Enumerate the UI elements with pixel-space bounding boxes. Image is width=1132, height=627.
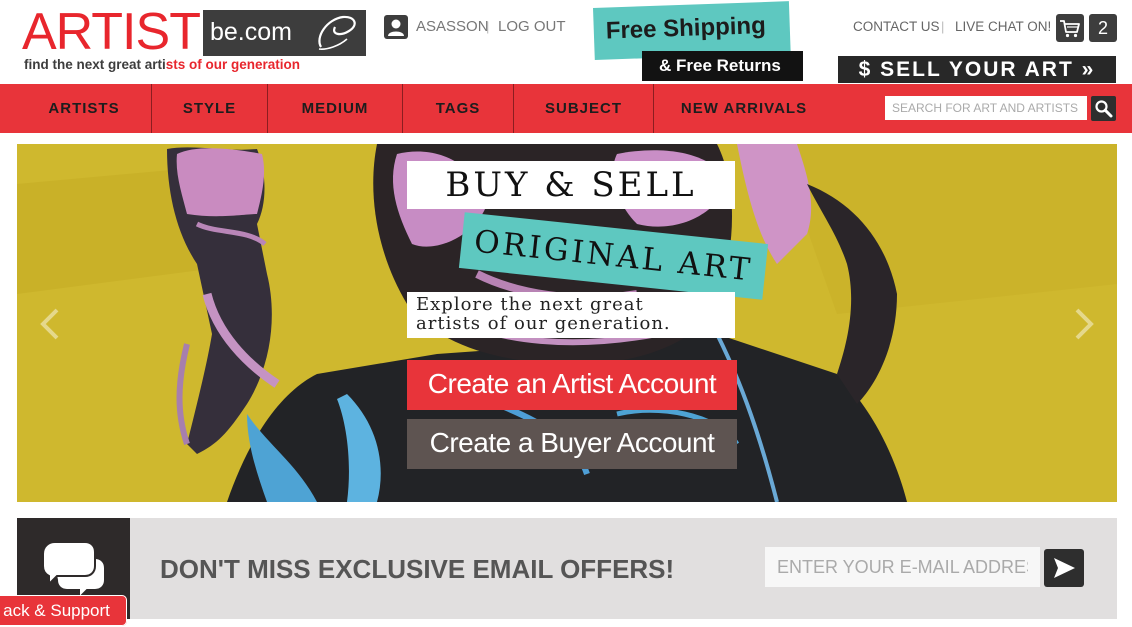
create-buyer-account-button[interactable]: Create a Buyer Account xyxy=(407,419,737,469)
logo-tagline-part2: sts of our generation xyxy=(165,57,301,72)
create-artist-account-button[interactable]: Create an Artist Account xyxy=(407,360,737,410)
search-icon[interactable] xyxy=(1091,96,1116,121)
logo-tagline-part1: find the next great arti xyxy=(24,57,166,72)
logo-swirl-icon xyxy=(318,15,356,50)
user-icon[interactable] xyxy=(384,15,408,39)
free-returns-banner: & Free Returns xyxy=(642,51,803,81)
chevron-right-icon[interactable] xyxy=(1069,304,1099,344)
header-separator: | xyxy=(486,19,490,34)
nav-item-style[interactable]: STYLE xyxy=(152,84,267,133)
site-logo[interactable]: ARTIST be.com find the next great artist… xyxy=(22,6,368,74)
logout-link[interactable]: LOG OUT xyxy=(498,18,566,35)
logo-becom-box: be.com xyxy=(203,10,366,56)
newsletter-headline: DON'T MISS EXCLUSIVE EMAIL OFFERS! xyxy=(160,554,675,584)
nav-item-tags[interactable]: TAGS xyxy=(403,84,513,133)
live-chat-link[interactable]: LIVE CHAT ON! xyxy=(955,19,1051,34)
logo-artist-text: ARTIST xyxy=(22,3,201,61)
chevron-left-icon[interactable] xyxy=(35,304,65,344)
free-shipping-text: Free Shipping xyxy=(605,11,767,45)
send-arrow-icon[interactable] xyxy=(1044,549,1084,587)
nav-item-artists[interactable]: ARTISTS xyxy=(17,84,151,133)
username-link[interactable]: ASASSON xyxy=(416,18,489,35)
email-field[interactable] xyxy=(765,547,1040,587)
explore-tagline: Explore the next great artists of our ge… xyxy=(416,294,671,334)
explore-tagline-box: Explore the next great artists of our ge… xyxy=(407,292,735,338)
feedback-support-tab[interactable]: ack & Support xyxy=(0,595,127,626)
newsletter-signup: DON'T MISS EXCLUSIVE EMAIL OFFERS! xyxy=(17,518,1117,619)
buy-sell-text: BUY & SELL xyxy=(445,165,697,205)
hero-banner: BUY & SELL ORIGINAL ART Explore the next… xyxy=(17,144,1117,502)
buy-sell-label: BUY & SELL xyxy=(407,161,735,209)
nav-item-medium[interactable]: MEDIUM xyxy=(268,84,402,133)
main-nav: ARTISTS STYLE MEDIUM TAGS SUBJECT NEW AR… xyxy=(0,84,1132,133)
sell-your-art-button[interactable]: $ SELL YOUR ART » xyxy=(838,56,1116,83)
logo-becom-text: be.com xyxy=(210,18,292,46)
nav-item-subject[interactable]: SUBJECT xyxy=(514,84,653,133)
cart-icon[interactable] xyxy=(1056,14,1084,42)
nav-item-new-arrivals[interactable]: NEW ARRIVALS xyxy=(654,84,834,133)
logo-tagline: find the next great artists of our gener… xyxy=(24,57,300,73)
contact-us-link[interactable]: CONTACT US xyxy=(853,19,940,34)
cart-count-badge[interactable]: 2 xyxy=(1089,14,1117,42)
header-separator: | xyxy=(941,19,945,34)
free-returns-text: & Free Returns xyxy=(659,56,781,75)
search-input[interactable] xyxy=(885,96,1087,120)
